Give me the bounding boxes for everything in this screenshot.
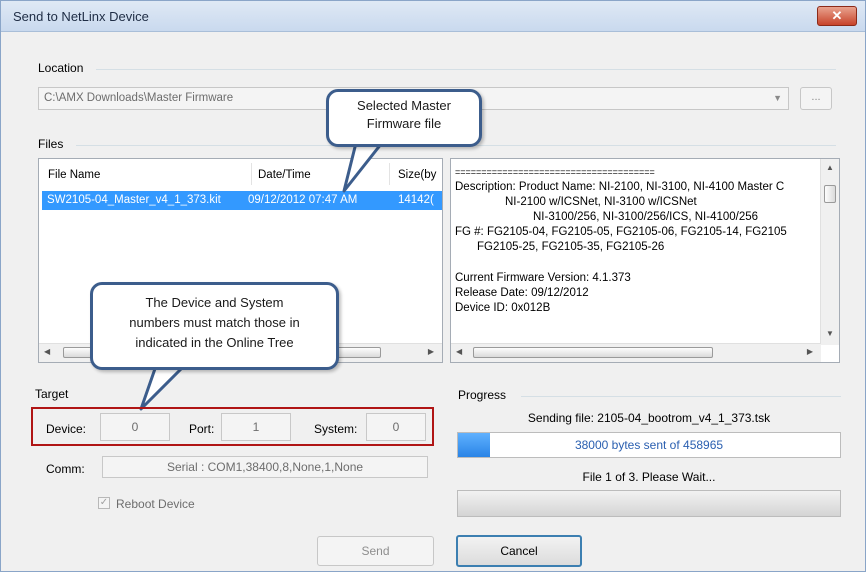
reboot-label[interactable]: Reboot Device xyxy=(116,497,195,511)
progress-label: Progress xyxy=(458,388,507,402)
port-label: Port: xyxy=(189,422,215,436)
overall-progress-bar xyxy=(457,490,841,517)
callout-line: The Device and System xyxy=(145,295,284,310)
reboot-checkbox[interactable]: ✓ xyxy=(98,497,110,509)
comm-label: Comm: xyxy=(46,462,85,476)
callout-line: indicated in the Online Tree xyxy=(135,335,294,350)
device-field[interactable]: 0 xyxy=(100,413,170,441)
system-label: System: xyxy=(314,422,358,436)
send-to-netlinx-dialog: Send to NetLinx Device ✕ Location C:\AMX… xyxy=(0,0,866,572)
transfer-progress-bar: 38000 bytes sent of 458965 xyxy=(457,432,841,458)
port-field[interactable]: 1 xyxy=(221,413,291,441)
target-label: Target xyxy=(35,387,69,401)
cancel-button[interactable]: Cancel xyxy=(456,535,582,567)
checkmark-icon: ✓ xyxy=(99,497,109,508)
send-button[interactable]: Send xyxy=(317,536,434,566)
system-field[interactable]: 0 xyxy=(366,413,426,441)
device-label: Device: xyxy=(46,422,87,436)
firmware-callout: Selected Master Firmware file xyxy=(326,89,482,147)
comm-field[interactable]: Serial : COM1,38400,8,None,1,None xyxy=(102,456,428,478)
callout-line: Firmware file xyxy=(366,116,442,131)
callout-line: numbers must match those in xyxy=(129,315,300,330)
file-count-text: File 1 of 3. Please Wait... xyxy=(582,470,716,484)
sending-file-text: Sending file: 2105-04_bootrom_v4_1_373.t… xyxy=(527,411,771,425)
bytes-sent-text: 38000 bytes sent of 458965 xyxy=(574,438,724,452)
device-callout: The Device and System numbers must match… xyxy=(90,282,339,370)
progress-divider xyxy=(521,396,841,397)
callout-line: Selected Master xyxy=(357,98,451,113)
